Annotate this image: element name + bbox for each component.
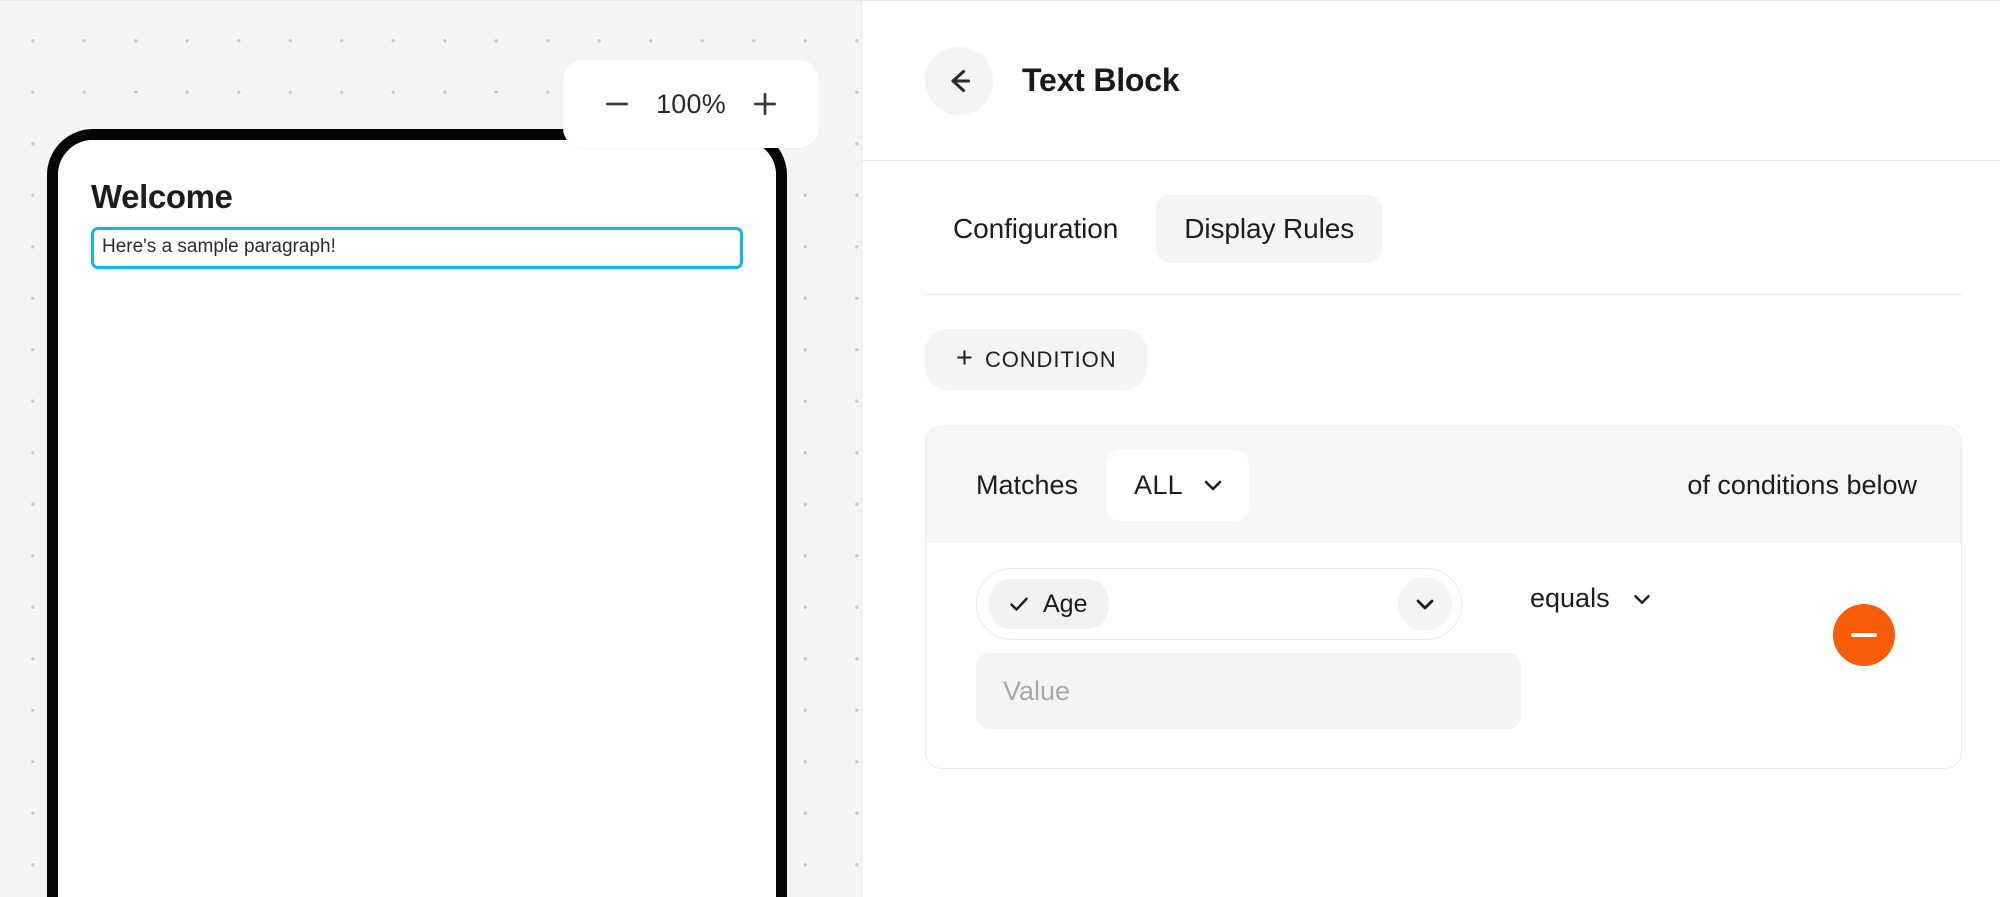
- check-icon: [1010, 597, 1028, 611]
- match-mode-value: ALL: [1134, 469, 1183, 500]
- plus-icon: +: [956, 342, 973, 374]
- preview-heading[interactable]: Welcome: [91, 178, 743, 216]
- conditions-below-label: of conditions below: [1687, 469, 1917, 500]
- add-condition-row: + CONDITION: [862, 295, 2000, 390]
- zoom-level-value: 100%: [656, 88, 726, 119]
- design-canvas[interactable]: Welcome Here's a sample paragraph! 100%: [0, 0, 861, 897]
- condition-field-select[interactable]: Age: [976, 568, 1462, 640]
- condition-group-header: Matches ALL of conditions below: [926, 427, 1961, 543]
- properties-panel: Text Block Configuration Display Rules +…: [861, 0, 2000, 897]
- matches-label: Matches: [976, 469, 1079, 500]
- minus-icon: [606, 102, 628, 106]
- selected-field-label: Age: [1043, 589, 1088, 618]
- selected-text-block[interactable]: Here's a sample paragraph!: [91, 226, 743, 269]
- condition-group-card: Matches ALL of conditions below Age equa…: [925, 426, 1962, 769]
- add-condition-label: CONDITION: [984, 346, 1117, 372]
- chevron-down-icon: [1416, 599, 1434, 610]
- minus-icon: [1851, 633, 1877, 637]
- match-mode-select[interactable]: ALL: [1106, 449, 1249, 521]
- operator-value: equals: [1530, 583, 1610, 613]
- field-select-caret[interactable]: [1398, 577, 1452, 631]
- panel-header: Text Block: [862, 1, 2000, 161]
- tab-configuration[interactable]: Configuration: [925, 195, 1146, 263]
- selected-field-chip: Age: [989, 579, 1110, 629]
- app-root: Welcome Here's a sample paragraph! 100%: [0, 0, 2000, 897]
- preview-paragraph: Here's a sample paragraph!: [102, 235, 336, 257]
- phone-preview-frame: Welcome Here's a sample paragraph!: [47, 129, 787, 897]
- zoom-out-button[interactable]: [590, 77, 644, 131]
- remove-condition-button[interactable]: [1833, 604, 1895, 666]
- condition-row: Age equals: [926, 543, 1961, 768]
- panel-tabs: Configuration Display Rules: [862, 161, 2000, 263]
- arrow-left-icon: [951, 69, 971, 92]
- plus-icon: [754, 93, 776, 115]
- page-title: Text Block: [1022, 62, 1180, 98]
- condition-operator-select[interactable]: equals: [1526, 573, 1659, 624]
- add-condition-button[interactable]: + CONDITION: [925, 329, 1148, 390]
- zoom-in-button[interactable]: [738, 77, 792, 131]
- chevron-down-icon: [1633, 594, 1650, 604]
- tab-display-rules[interactable]: Display Rules: [1156, 195, 1383, 263]
- condition-value-input[interactable]: [976, 653, 1521, 729]
- back-button[interactable]: [925, 46, 993, 115]
- zoom-controls: 100%: [563, 60, 819, 148]
- phone-screen: Welcome Here's a sample paragraph!: [58, 140, 776, 897]
- chevron-down-icon: [1204, 480, 1222, 491]
